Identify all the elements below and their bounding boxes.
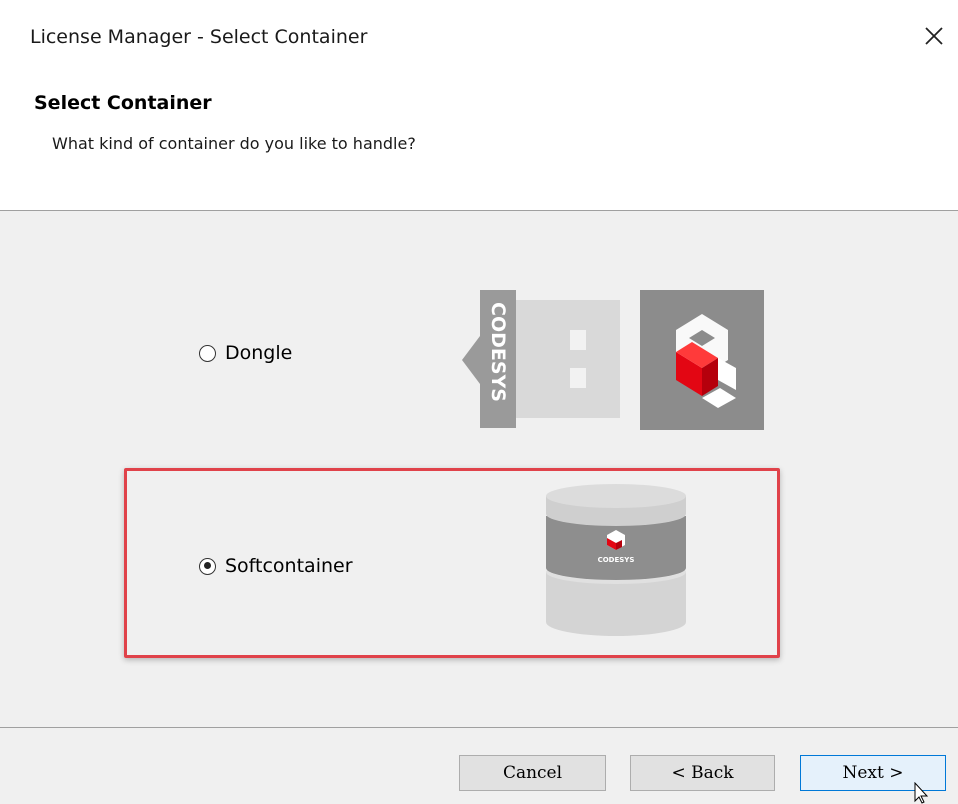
title-bar: License Manager - Select Container <box>0 0 958 78</box>
page-title: Select Container <box>34 92 212 114</box>
softcontainer-option[interactable]: Softcontainer <box>199 555 353 577</box>
cancel-button[interactable]: Cancel <box>459 755 606 791</box>
dongle-label: Dongle <box>225 342 293 364</box>
softcontainer-brand-text: CODESYS <box>598 556 635 564</box>
codesys-dongle-icon: CODESYS <box>462 290 764 430</box>
close-button[interactable] <box>916 18 952 54</box>
wizard-header: Select Container What kind of container … <box>0 78 958 211</box>
softcontainer-radio[interactable] <box>199 557 216 575</box>
dongle-radio[interactable] <box>199 344 216 362</box>
close-icon <box>925 27 943 45</box>
window-title: License Manager - Select Container <box>30 26 368 48</box>
dongle-brand-text: CODESYS <box>487 302 509 402</box>
mouse-cursor-icon <box>914 782 929 804</box>
back-button[interactable]: < Back <box>630 755 775 791</box>
codesys-softcontainer-icon: CODESYS <box>546 484 686 636</box>
softcontainer-label: Softcontainer <box>225 555 353 577</box>
dongle-option[interactable]: Dongle <box>199 342 292 364</box>
page-subtitle: What kind of container do you like to ha… <box>52 134 416 153</box>
